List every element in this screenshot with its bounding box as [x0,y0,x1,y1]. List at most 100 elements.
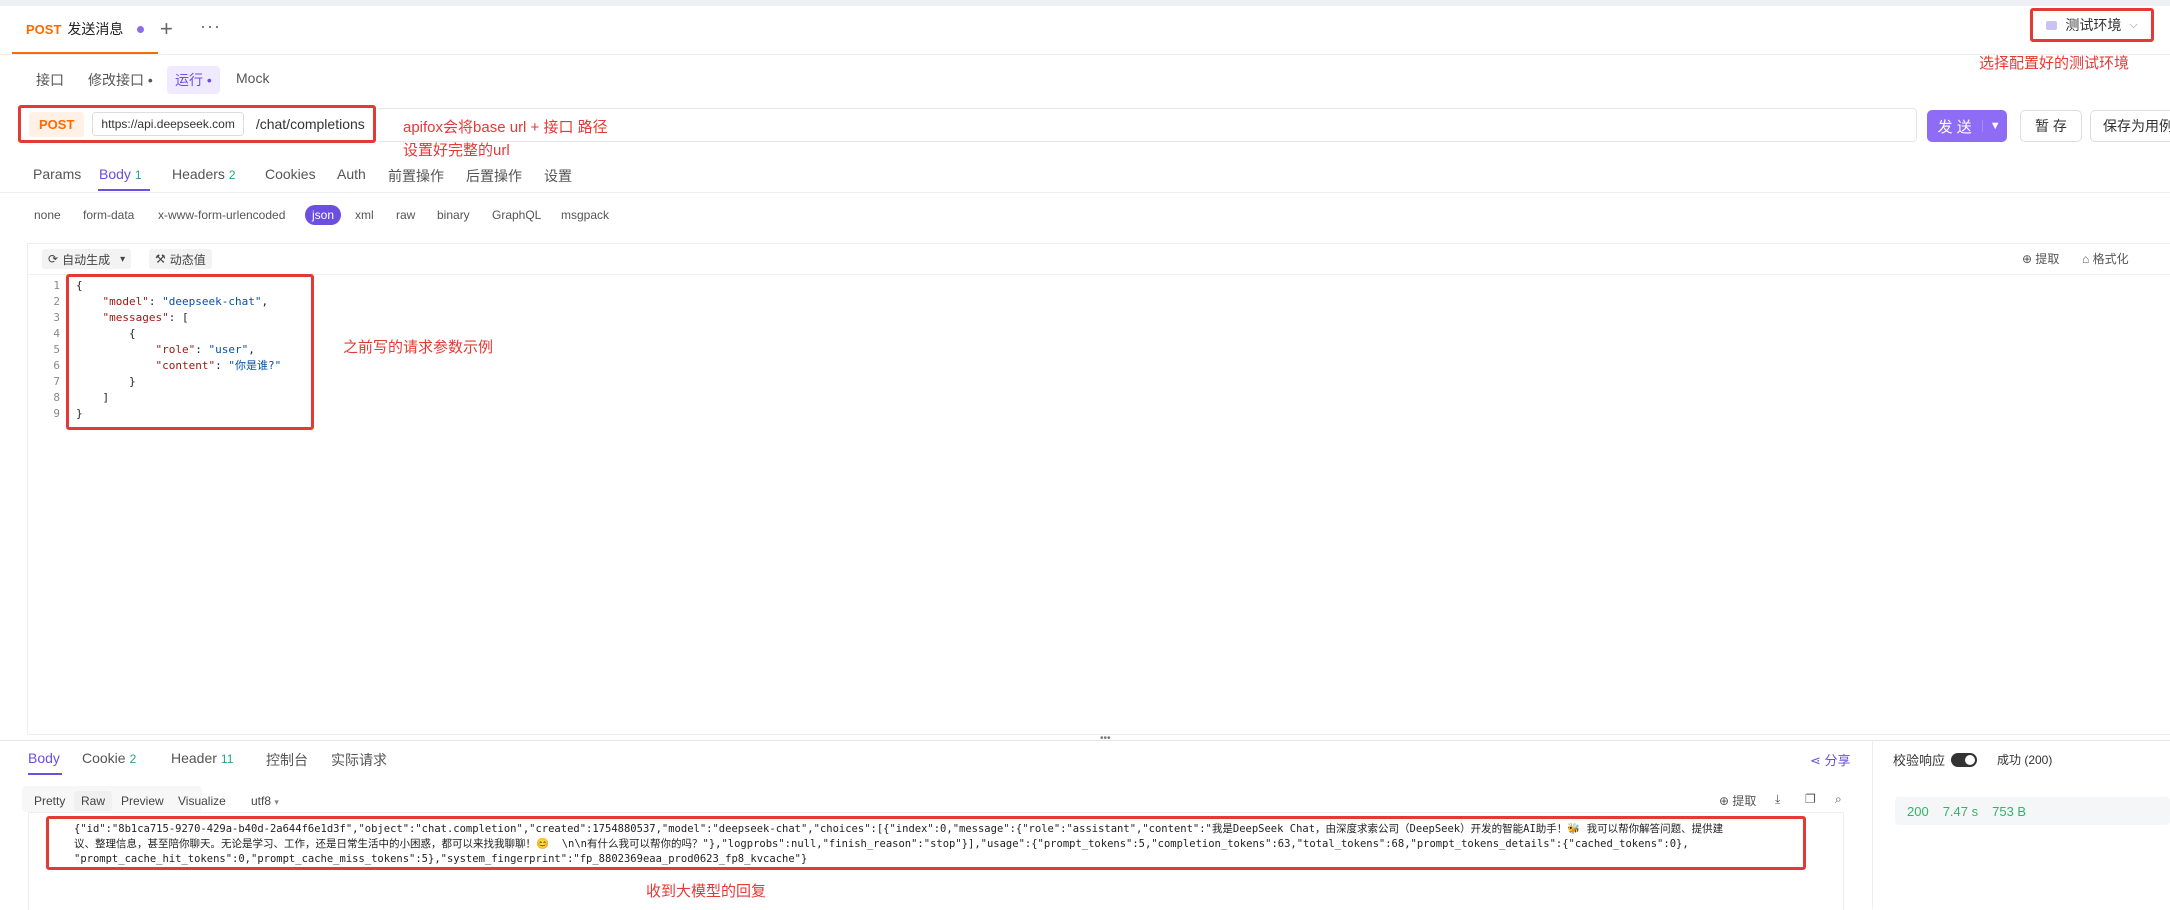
search-icon[interactable]: ⌕ [1835,792,1842,807]
save-as-case-button[interactable]: 保存为用例 [2090,110,2170,142]
code-line: } [76,375,136,388]
auto-generate-button[interactable]: ⟳ 自动生成 ▾ [42,249,132,269]
share-icon: ⋖ [1810,753,1821,768]
resp-tab-console[interactable]: 控制台 [266,750,308,770]
subtab-interface[interactable]: 接口 [28,66,72,94]
verify-toggle[interactable] [1951,752,1978,767]
response-note: 收到大模型的回复 [646,883,767,900]
chevron-down-icon: ▾ [120,253,126,265]
body-type-none[interactable]: none [34,208,61,222]
dynamic-value-label: 动态值 [169,252,206,267]
save-draft-button[interactable]: 暂 存 [2020,110,2082,142]
encoding-label: utf8 [251,794,272,808]
code-line: "messages": [ [102,311,189,324]
resp-tab-actual-request[interactable]: 实际请求 [331,750,387,770]
response-side-divider [1872,741,1873,909]
share-label: 分享 [1824,753,1851,768]
line-number: 6 [53,359,60,372]
subtab-mock[interactable]: Mock [228,66,277,90]
share-button[interactable]: ⋖ 分享 [1810,750,1851,769]
download-icon[interactable]: ⤓ [1775,792,1780,807]
code-line: { [76,327,136,340]
tab-pre-operations[interactable]: 前置操作 [388,166,444,186]
format-label: 格式化 [2092,252,2129,266]
dynamic-value-button[interactable]: ⚒ 动态值 [149,249,212,269]
url-bar[interactable]: POST https://api.deepseek.com /chat/comp… [18,105,376,143]
code-line: "model": "deepseek-chat", [102,295,269,308]
new-tab-button[interactable]: + [160,18,173,40]
path-input[interactable]: /chat/completions [256,116,365,132]
verify-response[interactable]: 校验响应 [1893,750,1978,769]
body-editor[interactable] [27,243,2170,735]
response-stats: 200 7.47 s 753 B [1895,797,2170,825]
tab-auth[interactable]: Auth [337,166,366,182]
url-note-line1: apifox会将base url + 接口 路径 [403,119,608,136]
line-number: 7 [53,375,60,388]
tab-settings[interactable]: 设置 [544,166,572,186]
response-line: {"id":"8b1ca715-9270-429a-b40d-2a644f6e1… [74,823,1724,835]
resp-tab-body[interactable]: Body [28,750,60,766]
send-label: 发 送 [1937,118,1972,136]
response-body-text[interactable]: {"id":"8b1ca715-9270-429a-b40d-2a644f6e1… [74,822,1814,867]
resp-tab-cookie[interactable]: Cookie 2 [82,750,136,766]
copy-icon[interactable]: ❐ [1805,792,1816,806]
body-type-binary[interactable]: binary [437,208,470,222]
line-number: 9 [53,407,60,420]
tab-bar [0,6,2170,55]
send-button[interactable]: 发 送 ▼ [1927,110,2007,142]
tab-cookies[interactable]: Cookies [265,166,316,182]
resp-tab-header-label: Header [171,750,217,766]
tab-post-operations[interactable]: 后置操作 [466,166,522,186]
request-tab-title: 发送消息 [67,21,124,37]
body-type-urlencoded[interactable]: x-www-form-urlencoded [158,208,285,222]
tab-params[interactable]: Params [33,166,81,182]
format-visualize[interactable]: Visualize [171,791,233,811]
chevron-down-icon: ▾ [274,797,279,807]
resp-tab-header-count: 11 [220,752,234,766]
code-line: ] [76,391,110,404]
resize-handle[interactable]: ••• [1100,733,1111,744]
verify-result: 成功 (200) [1997,753,2053,767]
resp-tab-cookie-count: 2 [129,752,137,766]
tab-body-count: 1 [134,168,142,182]
more-tabs-button[interactable]: ··· [200,16,221,37]
method-select[interactable]: POST [29,111,85,137]
subtab-run[interactable]: 运行 • [167,66,220,94]
save-as-case-label: 保存为用例 [2103,118,2170,134]
subtab-edit[interactable]: 修改接口 • [80,66,161,94]
resp-extract-button[interactable]: ⊕ 提取 [1719,792,1756,809]
format-button[interactable]: ⌂ 格式化 [2082,250,2129,267]
active-tab-indicator [98,189,150,191]
refresh-icon: ⟳ [48,252,59,266]
unsaved-dot [137,25,145,33]
auto-generate-label: 自动生成 [62,252,111,267]
tab-headers[interactable]: Headers 2 [172,166,236,182]
chevron-down-icon[interactable]: ▼ [1982,120,2007,132]
body-type-json[interactable]: json [305,205,342,225]
url-input-rest[interactable] [378,108,1917,142]
body-type-xml[interactable]: xml [355,208,374,222]
base-url-badge: https://api.deepseek.com [92,112,244,136]
request-body-code[interactable]: { "model": "deepseek-chat", "messages": … [76,278,281,422]
format-raw[interactable]: Raw [74,791,113,811]
magic-wand-icon: ⚒ [155,252,166,266]
extract-button[interactable]: ⊕ 提取 [2022,250,2059,267]
format-icon: ⌂ [2082,252,2090,266]
extract-icon: ⊕ [2022,252,2033,266]
encoding-select[interactable]: utf8 ▾ [244,791,286,811]
resp-tab-header[interactable]: Header 11 [171,750,233,766]
body-type-raw[interactable]: raw [396,208,415,222]
body-type-msgpack[interactable]: msgpack [561,208,609,222]
request-tab[interactable]: POST 发送消息 [12,6,159,54]
body-type-graphql[interactable]: GraphQL [492,208,541,222]
format-pretty[interactable]: Pretty [27,791,72,811]
chevron-down-icon: ⌵ [2129,18,2138,31]
body-type-form-data[interactable]: form-data [83,208,134,222]
tab-body[interactable]: Body 1 [99,166,142,182]
request-tab-method: POST [26,21,62,37]
environment-selector[interactable]: 测试环境 ⌵ [2030,8,2154,42]
line-number: 4 [53,327,60,340]
format-preview[interactable]: Preview [114,791,171,811]
code-line: "content": "你是谁?" [155,359,282,372]
code-line: "role": "user", [155,343,255,356]
